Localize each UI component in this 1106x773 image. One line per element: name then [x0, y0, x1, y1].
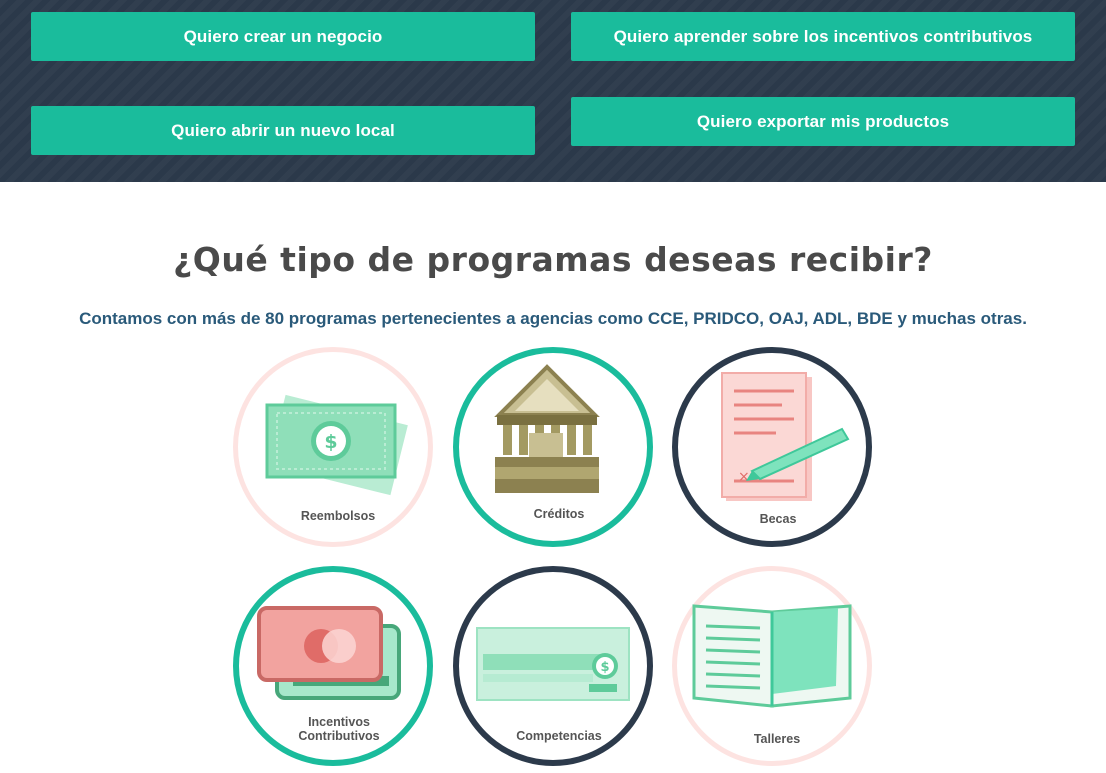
svg-text:$: $: [324, 431, 337, 453]
top-band: Quiero crear un negocio Quiero aprender …: [0, 0, 1106, 182]
program-competencias[interactable]: $ Competencias: [453, 566, 653, 766]
learn-incentives-button[interactable]: Quiero aprender sobre los incentivos con…: [571, 12, 1075, 61]
program-label: Reembolsos: [300, 509, 376, 523]
program-label: Becas: [759, 512, 797, 526]
program-label: Talleres: [753, 732, 801, 746]
section-title: ¿Qué tipo de programas deseas recibir?: [173, 240, 933, 279]
export-products-button[interactable]: Quiero exportar mis productos: [571, 97, 1075, 146]
program-talleres[interactable]: Talleres: [672, 566, 872, 766]
program-label-line1: Incentivos: [308, 715, 370, 729]
program-label-line2: Contributivos: [298, 729, 380, 743]
open-location-button[interactable]: Quiero abrir un nuevo local: [31, 106, 535, 155]
program-label: Créditos: [533, 507, 585, 521]
program-label: Incentivos Contributivos: [239, 715, 439, 743]
svg-text:×: ×: [738, 469, 750, 485]
svg-text:$: $: [600, 660, 609, 675]
program-reembolsos[interactable]: $ Reembolsos: [233, 347, 433, 547]
program-creditos[interactable]: Créditos: [453, 347, 653, 547]
section-subtitle: Contamos con más de 80 programas pertene…: [79, 309, 1027, 328]
program-becas[interactable]: × Becas: [672, 347, 872, 547]
create-business-button[interactable]: Quiero crear un negocio: [31, 12, 535, 61]
bank-icon: [494, 364, 600, 493]
program-incentivos[interactable]: Incentivos Contributivos: [233, 566, 433, 766]
program-label: Competencias: [516, 729, 602, 743]
